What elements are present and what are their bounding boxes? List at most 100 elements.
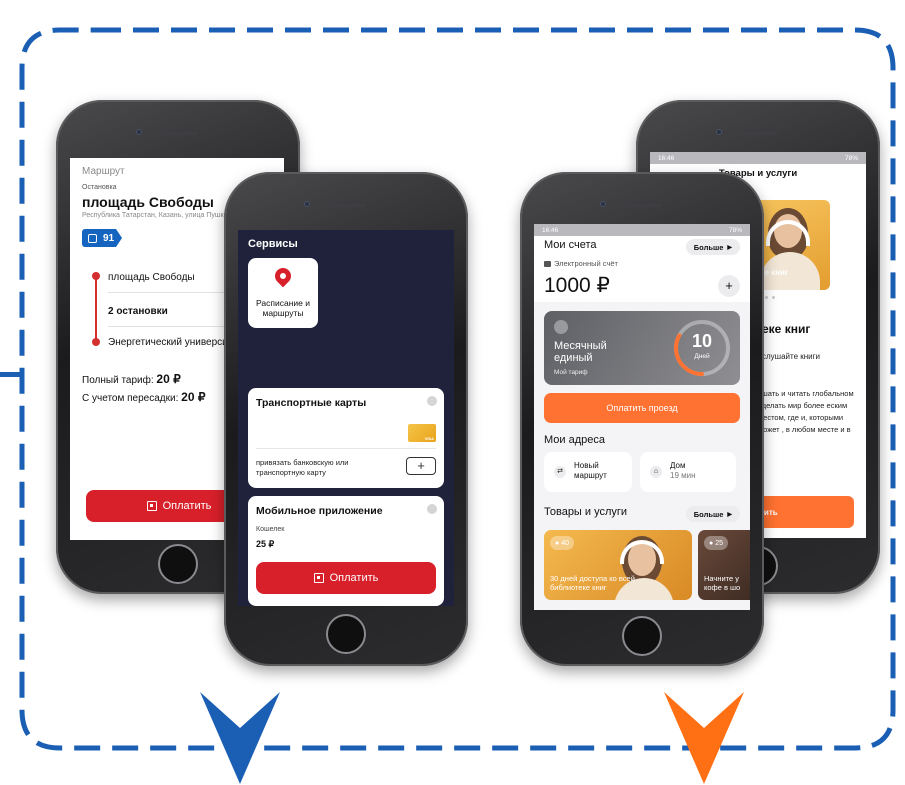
blue-down-arrow [200,692,280,784]
full-fare: Полный тариф: 20 ₽ [82,372,181,386]
info-icon[interactable] [427,504,437,514]
promo-text: Начните у кофе в шо [704,574,741,593]
pay-button-label: Оплатить [162,500,212,512]
mobile-app-card: Мобильное приложение Кошелек 25 ₽ Оплати… [248,496,444,606]
home-button[interactable] [622,616,662,656]
tariff-name: Месячный единый [554,340,607,364]
address-line1: Дом [670,461,686,470]
schedule-tile-label: Расписание и маршруты [256,298,310,319]
address-card-new-route[interactable]: ⇄ Новый маршрут [544,452,632,492]
address-text: Новый маршрут [574,461,607,480]
status-time: 16:46 [542,226,559,234]
mobile-app-title: Мобильное приложение [256,505,383,517]
bus-number: 91 [103,232,115,244]
frame-connector [0,372,22,377]
front-camera [600,201,606,207]
address-text: Дом 19 мин [670,461,696,480]
more-label: Больше [693,242,724,252]
bus-icon [88,233,97,243]
stop-caption: Остановка [82,184,117,191]
promo-badge-value: 25 [715,539,724,547]
speaker [622,204,662,207]
tariff-card[interactable]: Месячный единый Мой тариф 10 Дней [544,311,740,385]
bus-route-badge[interactable]: 91 [82,229,122,247]
more-goods-button[interactable]: Больше ▶ [685,506,740,522]
chevron-right-icon: ▶ [727,511,732,518]
promo-text: 30 дней доступа ко всей библиотеке книг [550,574,635,593]
transfer-fare-value: 20 ₽ [181,390,206,404]
tariff-caption: Мой тариф [554,369,588,376]
status-battery: 78% [728,226,742,234]
link-card-text: привязать банковскую или транспортную ка… [256,458,349,477]
stop-item[interactable]: площадь Свободы [108,272,195,283]
days-label: Дней [694,353,710,360]
promo-badge: ● 40 [550,536,575,550]
map-pin-icon [271,264,295,288]
add-card-button[interactable]: + [406,457,436,475]
promo-card[interactable]: ● 25 Начните у кофе в шо [698,530,750,600]
route-line [95,276,97,342]
front-camera [304,201,310,207]
days-number: 10 [691,331,713,351]
phone-accounts: 16:46 78% Мои счета Больше ▶ Электронный … [520,172,764,666]
goods-heading: еке книг [762,322,811,336]
transport-cards-title: Транспортные карты [256,397,367,409]
transport-cards-card[interactable]: Транспортные карты VISA привязать банков… [248,388,444,488]
pay-trip-button[interactable]: Оплатить проезд [544,393,740,423]
schedule-tile[interactable]: Расписание и маршруты [248,258,318,328]
card-icon [544,260,551,267]
transfer-fare-label: С учетом пересадки: [82,393,179,404]
goods-subheading: слушайте книги [762,352,821,361]
phone-services: Сервисы Расписание и маршруты Транспортн… [224,172,468,666]
front-camera [716,129,722,135]
status-bar: 16:46 78% [650,152,866,164]
ecard-row: Электронный счёт [544,259,618,268]
services-title: Сервисы [248,238,298,250]
wallet-value: 25 ₽ [256,539,275,549]
balance-value: 1000 ₽ [544,274,610,297]
chevron-right-icon: ▶ [727,244,732,251]
promo-badge-value: 40 [561,539,570,547]
accounts-screen: 16:46 78% Мои счета Больше ▶ Электронный … [534,224,750,610]
goods-title: Товары и услуги [544,506,628,518]
home-button[interactable] [326,614,366,654]
visa-card-icon: VISA [408,424,436,442]
ticket-icon [554,320,568,334]
speaker [326,204,366,207]
pay-button-label: Оплатить [329,572,379,584]
speaker [738,132,778,135]
home-button[interactable] [158,544,198,584]
more-accounts-button[interactable]: Больше ▶ [685,239,740,255]
addresses-title: Мои адреса [544,434,605,446]
qr-icon [313,573,324,583]
full-fare-label: Полный тариф: [82,375,154,386]
promo-card[interactable]: ● 40 30 дней доступа ко всей библиотеке … [544,530,692,600]
home-icon: ⌂ [650,466,662,478]
stop-item[interactable]: Энергетический университет [108,337,242,348]
route-end-dot [92,338,100,346]
buy-button[interactable]: тить [752,496,854,528]
address-card-home[interactable]: ⌂ Дом 19 мин [640,452,736,492]
transfer-fare: С учетом пересадки: 20 ₽ [82,390,205,404]
speaker [158,132,198,135]
tariff-name-line1: Месячный [554,340,607,352]
add-funds-button[interactable]: + [718,275,740,297]
route-icon: ⇄ [554,466,566,478]
route-header: Маршрут [82,166,125,177]
stop-item[interactable]: 2 остановки [108,306,168,317]
orange-down-arrow [664,692,744,784]
status-battery: 78% [844,154,858,162]
services-screen: Сервисы Расписание и маршруты Транспортн… [238,230,454,606]
ecard-label: Электронный счёт [554,259,618,268]
status-time: 16:46 [658,154,675,162]
front-camera [136,129,142,135]
pay-button[interactable]: Оплатить [256,562,436,594]
route-start-dot [92,272,100,280]
wallet-label: Кошелек [256,526,285,533]
status-bar: 16:46 78% [534,224,750,236]
qr-icon [146,501,157,511]
goods-body: ушать и читать глобальном сделать мир бо… [758,389,854,435]
promo-badge: ● 25 [704,536,729,550]
address-line2: 19 мин [670,470,696,480]
info-icon[interactable] [427,396,437,406]
